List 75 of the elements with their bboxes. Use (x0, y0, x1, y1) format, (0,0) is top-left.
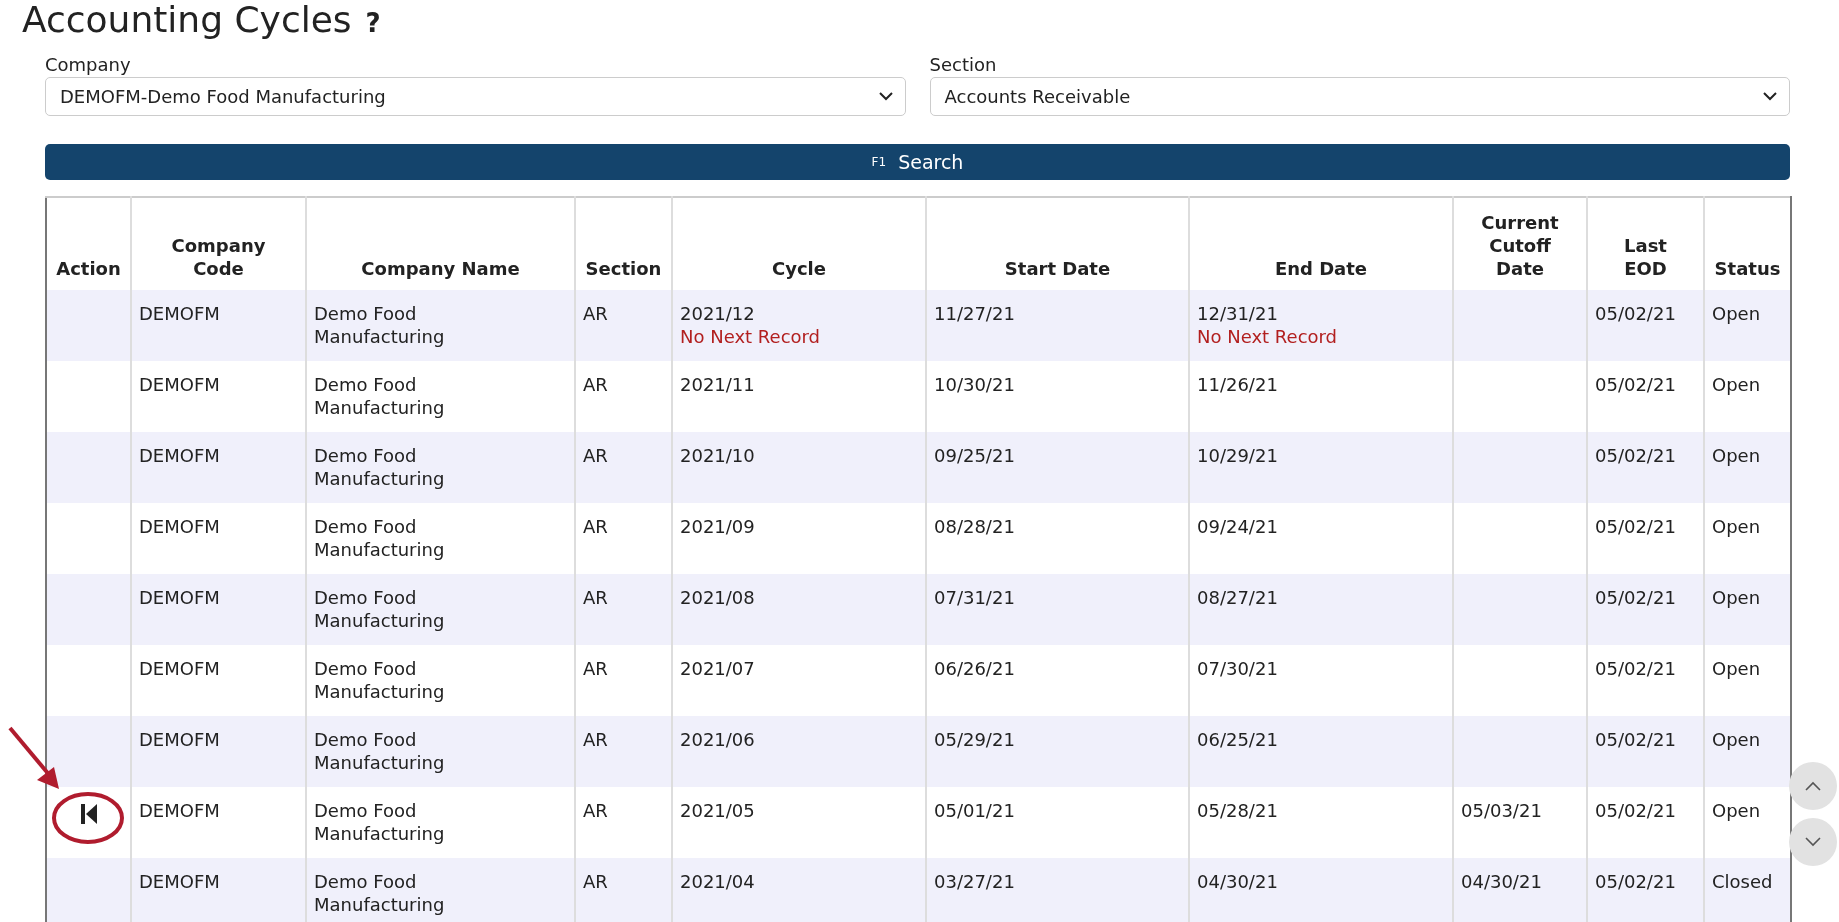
column-header: Section (585, 257, 662, 280)
table-cell: 2021/07 (680, 657, 755, 680)
table-cell: AR (583, 302, 608, 325)
table-cell: AR (583, 657, 608, 680)
table-cell-text: Demo Food Manufacturing (314, 657, 446, 703)
table-cell: 2021/11 (680, 373, 755, 396)
column-header: Status (1714, 257, 1781, 280)
table-cell: 2021/04 (680, 870, 755, 893)
help-icon[interactable]: ? (365, 8, 381, 38)
table-cell-text: Demo Food Manufacturing (314, 870, 446, 916)
table-cell: AR (583, 870, 608, 893)
table-cell-text: Demo Food Manufacturing (314, 728, 446, 774)
table-cell: 08/27/21 (1197, 586, 1278, 609)
chevron-down-icon (1805, 837, 1821, 847)
table-cell: 11/26/21 (1197, 373, 1278, 396)
table-cell: AR (583, 373, 608, 396)
table-cell: DEMOFM (139, 586, 220, 609)
table-cell: 04/30/21 (1461, 870, 1542, 893)
field-label: Company (45, 54, 132, 76)
table-cell: 03/27/21 (926, 858, 1189, 922)
table-cell: 09/24/21 (1197, 515, 1278, 538)
table-cell: DEMOFM (139, 302, 220, 325)
table-cell: DEMOFM (139, 728, 220, 751)
select-field[interactable]: Accounts Receivable (929, 77, 1790, 116)
table-cell: 05/03/21 (1461, 799, 1542, 822)
column-header: Last EOD (1623, 234, 1668, 280)
scroll-up-button[interactable] (1789, 762, 1837, 810)
table-cell-text: Demo Food Manufacturing (314, 302, 446, 348)
table-cell: 2021/06 (680, 728, 755, 751)
warning-text: No Next Record (1197, 325, 1339, 348)
table-cell: 04/30/21 (1197, 870, 1278, 893)
chevron-down-icon (1763, 92, 1777, 101)
table-cell: DEMOFM (139, 515, 220, 538)
table-cell: DEMOFM (139, 870, 220, 893)
table-cell: 05/28/21 (1197, 799, 1278, 822)
table-cell: 2021/09 (680, 515, 755, 538)
table-cell: AR (583, 728, 608, 751)
table-cell-text: Demo Food Manufacturing (314, 373, 446, 419)
table-cell: 06/25/21 (1197, 728, 1278, 751)
table-cell: 12/31/21 (1197, 302, 1278, 325)
table-cell: 2021/08 (680, 586, 755, 609)
table-cell: 2021/12 (680, 302, 755, 325)
page-title: Accounting Cycles (22, 0, 352, 40)
scroll-down-button[interactable] (1789, 818, 1837, 866)
table-cell: 05/02/21 (1587, 858, 1704, 922)
table-cell: DEMOFM (139, 444, 220, 467)
table-cell: AR (583, 515, 608, 538)
chevron-down-icon (878, 92, 893, 101)
table-cell: AR (583, 586, 608, 609)
table-cell-text: Demo Food Manufacturing (314, 515, 446, 561)
table-cell: 10/29/21 (1197, 444, 1278, 467)
table-cell-text: Demo Food Manufacturing (314, 586, 446, 632)
column-header: Company Code (170, 234, 267, 280)
table-cell: AR (583, 444, 608, 467)
table-cell: DEMOFM (139, 799, 220, 822)
field-label: Section (929, 54, 998, 76)
column-header: Cycle (772, 257, 826, 280)
column-header: Current Cutoff Date (1480, 211, 1560, 280)
table-cell: 07/30/21 (1197, 657, 1278, 680)
table-cell: DEMOFM (139, 373, 220, 396)
table-cell: 2021/10 (680, 444, 755, 467)
table-cell-text: Demo Food Manufacturing (314, 799, 446, 845)
search-button[interactable]: F1 Search (45, 144, 1790, 180)
table-cell: 2021/05 (680, 799, 755, 822)
select-field[interactable]: DEMOFM-Demo Food Manufacturing (45, 77, 906, 116)
table-cell-text: Demo Food Manufacturing (314, 444, 446, 490)
column-header: Start Date (1004, 257, 1111, 280)
column-header: Company Name (361, 257, 520, 280)
table-cell: Closed (1704, 858, 1791, 922)
column-header: Action (56, 257, 121, 280)
table-cell: AR (583, 799, 608, 822)
table-cell: DEMOFM (139, 657, 220, 680)
column-header: End Date (1274, 257, 1368, 280)
warning-text: No Next Record (680, 325, 822, 348)
chevron-up-icon (1805, 781, 1821, 791)
